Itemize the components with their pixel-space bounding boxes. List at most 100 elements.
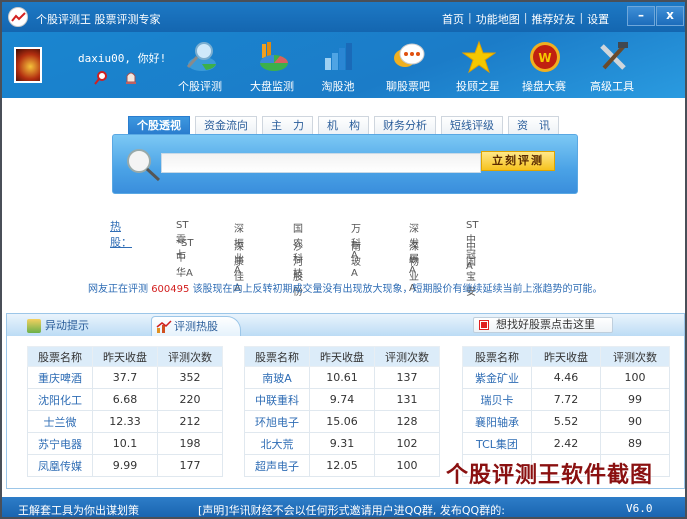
nav-stock-pool[interactable]: 淘股池 [308,32,368,98]
avatar[interactable] [14,47,42,83]
nav-label: 聊股票吧 [386,80,430,93]
prev-close: 6.68 [92,388,158,411]
notice-stock-code[interactable]: 600495 [151,284,189,295]
prev-close: 10.61 [309,366,375,389]
stock-name[interactable]: 瑞贝卡 [462,388,532,411]
link-settings[interactable]: 设置 [587,11,609,27]
table-header-row: 股票名称 昨天收盘 评测次数 [27,346,223,367]
prev-close: 9.74 [309,388,375,411]
link-recommend-friend[interactable]: 推荐好友 [531,11,575,27]
tab-short-term-rating[interactable]: 短线评级 [441,116,503,134]
status-left[interactable]: 王解套工具为你出谋划策 [18,502,139,517]
stock-name[interactable]: 襄阳轴承 [462,410,532,433]
prev-close: 12.05 [309,454,375,477]
main-area: 个股透视 资金流向 主 力 机 构 财务分析 短线评级 资 讯 立刻评测 热股：… [2,98,685,313]
nav-market-monitor[interactable]: 大盘监测 [242,32,302,98]
table-row[interactable]: TCL集团 2.42 89 [462,432,670,455]
stock-name[interactable]: TCL集团 [462,432,532,455]
hot-stock-link[interactable]: 南 玻A [351,238,361,279]
tab-label: 异动提示 [45,319,89,332]
nav-trading-contest[interactable]: W 操盘大赛 [514,32,574,98]
review-count: 99 [600,388,670,411]
status-bar: 王解套工具为你出谋划策 [声明]华讯财经不会以任何形式邀请用户进QQ群, 发布Q… [2,497,685,517]
tab-anomaly-alert[interactable]: 异动提示 [27,316,89,336]
table-row[interactable]: 襄阳轴承 5.52 90 [462,410,670,433]
review-count: 90 [600,410,670,433]
minimize-button[interactable]: – [627,6,655,26]
stock-name[interactable]: 紫金矿业 [462,366,532,389]
table-row[interactable]: 凤凰传媒 9.99 177 [27,454,223,477]
find-good-stock-button[interactable]: 想找好股票点击这里 [473,317,613,333]
column-header: 昨天收盘 [531,346,601,367]
tools-icon [600,42,628,70]
nav-label: 投顾之星 [456,80,500,93]
alert-icon [27,319,41,333]
stock-name[interactable]: 士兰微 [27,410,93,433]
evaluate-now-button[interactable]: 立刻评测 [481,151,555,171]
stock-name[interactable]: 凤凰传媒 [27,454,93,477]
hot-stock-link[interactable]: *ST中华A [176,238,193,279]
tab-hot-reviewed[interactable]: 评测热股 [151,316,241,336]
stock-name[interactable]: 南玻A [244,366,310,389]
nav-advanced-tools[interactable]: 高级工具 [582,32,642,98]
tab-news[interactable]: 资 讯 [508,116,559,134]
app-logo-icon [8,7,28,27]
nav-advisor-star[interactable]: 投顾之星 [448,32,508,98]
find-button-label: 想找好股票点击这里 [496,318,595,331]
table-header-row: 股票名称 昨天收盘 评测次数 [462,346,670,367]
hot-stocks-label: 热股： [110,220,132,249]
tab-financial-analysis[interactable]: 财务分析 [374,116,436,134]
table-row[interactable]: 紫金矿业 4.46 100 [462,366,670,389]
tab-stock-view[interactable]: 个股透视 [128,116,190,134]
search-user-icon[interactable] [94,70,108,86]
bell-icon[interactable] [124,70,138,86]
column-header: 股票名称 [27,346,93,367]
stock-name[interactable]: 沈阳化工 [27,388,93,411]
app-window: 个股评测王 股票评测专家 首页 | 功能地图 | 推荐好友 | 设置 – x daxi… [0,0,687,519]
column-header: 股票名称 [244,346,310,367]
prev-close: 5.52 [531,410,601,433]
table-row[interactable]: 北大荒 9.31 102 [244,432,440,455]
tab-institution[interactable]: 机 构 [318,116,369,134]
link-function-map[interactable]: 功能地图 [476,11,520,27]
nav-label: 高级工具 [590,80,634,93]
hot-stock-table-2: 股票名称 昨天收盘 评测次数 南玻A 10.61 137 中联重科 9.74 131 环旭电子 15… [244,346,440,477]
search-icon [127,149,161,182]
table-row[interactable]: 超声电子 12.05 100 [244,454,440,477]
medal-icon: W [530,42,560,72]
tab-main-force[interactable]: 主 力 [262,116,313,134]
table-row[interactable]: 南玻A 10.61 137 [244,366,440,389]
table-row[interactable]: 苏宁电器 10.1 198 [27,432,223,455]
table-row[interactable]: 沈阳化工 6.68 220 [27,388,223,411]
stock-name[interactable]: 中联重科 [244,388,310,411]
stock-name[interactable]: 苏宁电器 [27,432,93,455]
pie-chart-icon [260,42,288,71]
tab-fund-flow[interactable]: 资金流向 [195,116,257,134]
close-button[interactable]: x [656,6,684,26]
review-count: 352 [157,366,223,389]
hot-stock-table-1: 股票名称 昨天收盘 评测次数 重庆啤酒 37.7 352 沈阳化工 6.68 220 士兰微 12.… [27,346,223,477]
table-row[interactable]: 中联重科 9.74 131 [244,388,440,411]
review-count: 102 [374,432,440,455]
link-home[interactable]: 首页 [442,11,464,27]
prev-close: 7.72 [531,388,601,411]
table-row[interactable]: 环旭电子 15.06 128 [244,410,440,433]
table-row[interactable]: 士兰微 12.33 212 [27,410,223,433]
magnifier-chart-icon [186,42,216,71]
stock-name[interactable]: 重庆啤酒 [27,366,93,389]
stock-name[interactable]: 超声电子 [244,454,310,477]
nav-label: 个股评测 [178,80,222,93]
table-row[interactable]: 瑞贝卡 7.72 99 [462,388,670,411]
review-count: 131 [374,388,440,411]
nav-stock-forum[interactable]: 聊股票吧 [378,32,438,98]
stock-name[interactable]: 北大荒 [244,432,310,455]
status-disclaimer[interactable]: [声明]华讯财经不会以任何形式邀请用户进QQ群, 发布QQ群的: [198,502,505,517]
table-row[interactable]: 重庆啤酒 37.7 352 [27,366,223,389]
stock-search-input[interactable] [161,153,481,173]
column-header: 昨天收盘 [309,346,375,367]
stock-name[interactable]: 环旭电子 [244,410,310,433]
svg-text:W: W [538,51,551,65]
search-tabs: 个股透视 资金流向 主 力 机 构 财务分析 短线评级 资 讯 [128,116,559,134]
nav-stock-review[interactable]: 个股评测 [170,32,230,98]
nav-label: 操盘大赛 [522,80,566,93]
